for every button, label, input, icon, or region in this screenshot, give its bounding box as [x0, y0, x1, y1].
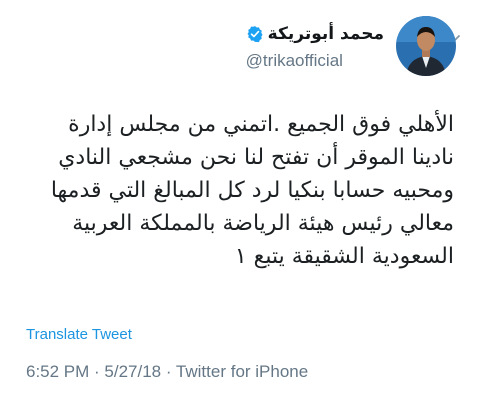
avatar-image [396, 16, 456, 76]
tweet-line: الأهلي فوق الجميع .اتمني من مجلس إدارة [68, 112, 454, 137]
tweet-line: نادينا الموقر أن تفتح لنا نحن مشجعي النا… [58, 145, 454, 170]
tweet-card: محمد أبوتريكة @trikaofficial الأهلي فوق … [0, 0, 480, 402]
tweet-line: معالي رئيس هيئة الرياضة بالمملكة العربية [72, 211, 454, 236]
tweet-timestamp[interactable]: 6:52 PM · 5/27/18 · Twitter for iPhone [26, 362, 308, 382]
avatar[interactable] [396, 16, 456, 76]
tweet-line: السعودية الشقيقة يتبع ١ [234, 244, 454, 269]
verified-badge-icon [247, 26, 263, 43]
translate-tweet-link[interactable]: Translate Tweet [26, 326, 132, 343]
name-row[interactable]: محمد أبوتريكة [246, 21, 384, 47]
display-name[interactable]: محمد أبوتريكة [268, 24, 384, 44]
user-names: محمد أبوتريكة @trikaofficial [246, 21, 384, 71]
tweet-line: ومحبيه حسابا بنكيا لرد كل المبالغ التي ق… [50, 178, 454, 203]
tweet-header: محمد أبوتريكة @trikaofficial [246, 16, 456, 76]
user-handle[interactable]: @trikaofficial [246, 51, 343, 71]
tweet-text: الأهلي فوق الجميع .اتمني من مجلس إدارة ن… [14, 108, 454, 273]
